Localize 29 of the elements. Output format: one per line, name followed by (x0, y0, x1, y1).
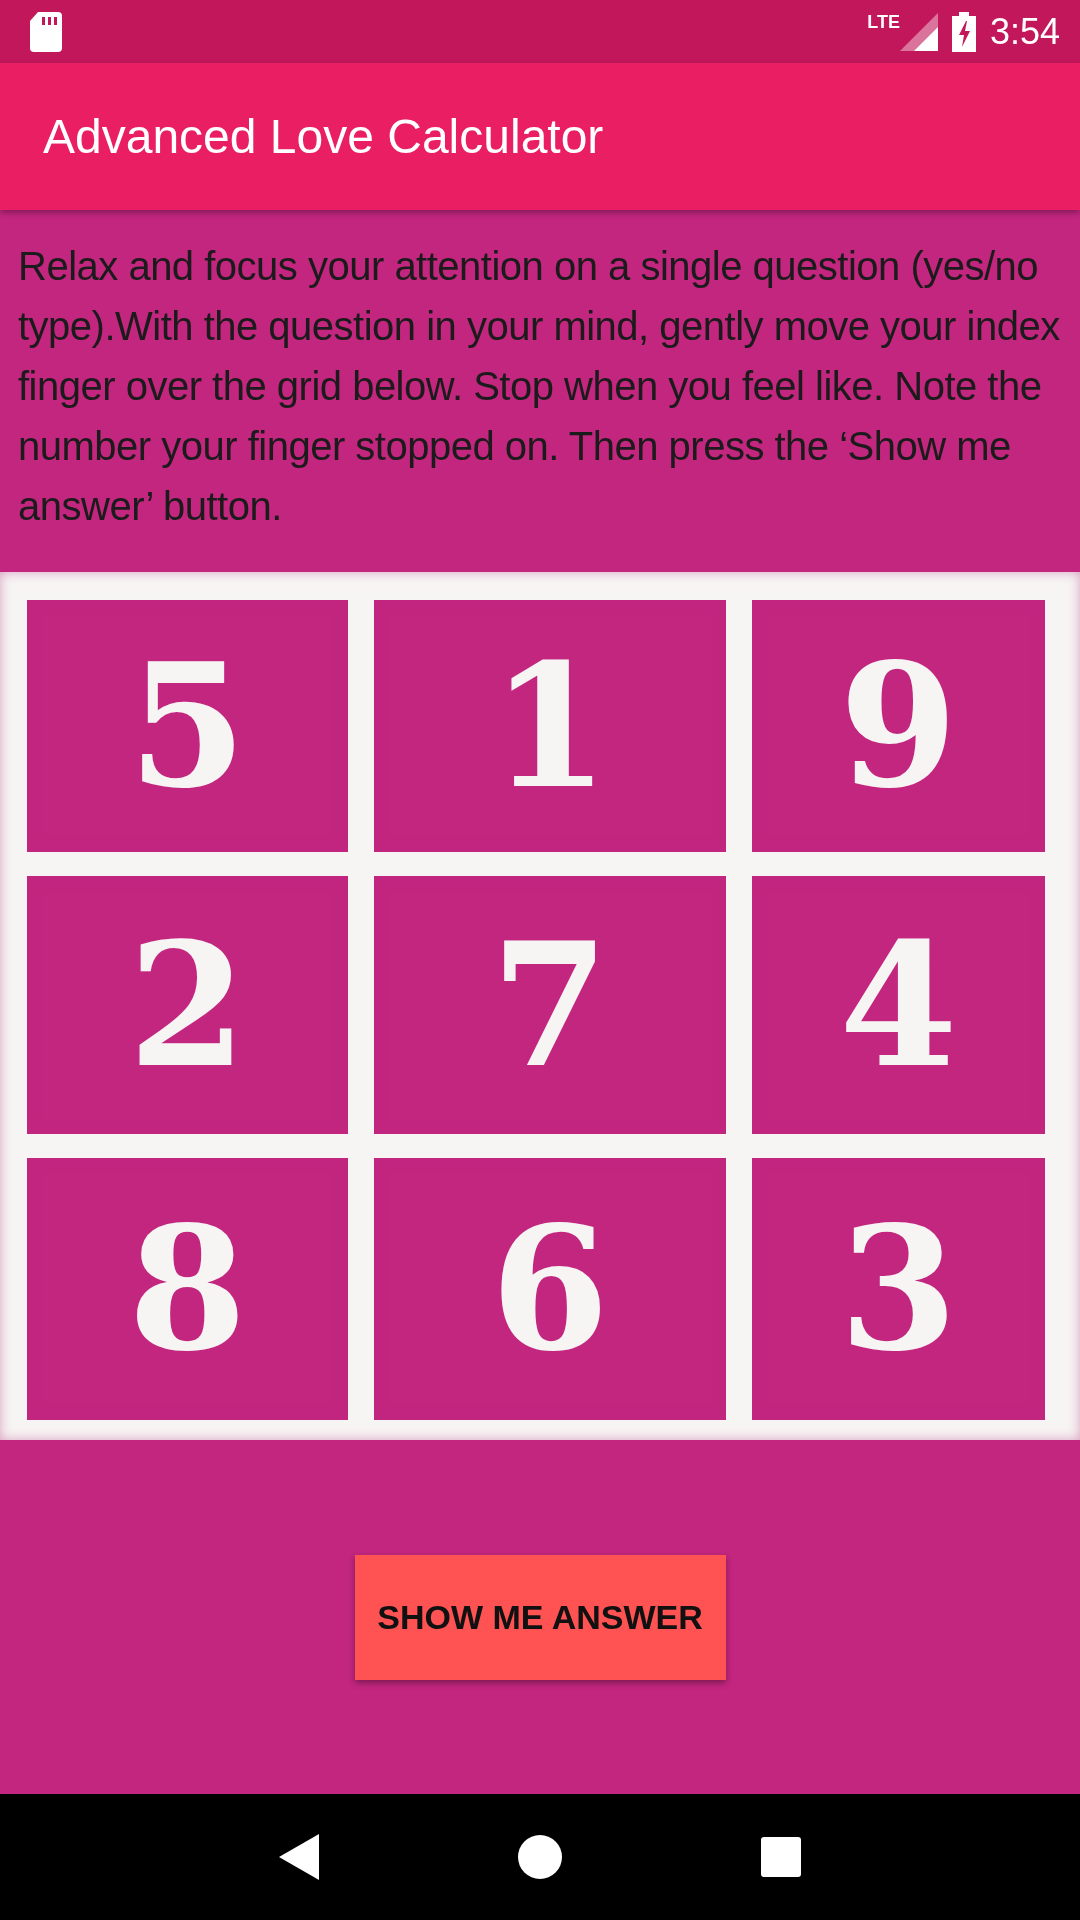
grid-cell[interactable]: 6 (374, 1158, 726, 1420)
grid-cell[interactable]: 3 (752, 1158, 1045, 1420)
signal-icon (899, 12, 938, 51)
grid-cell[interactable]: 9 (752, 600, 1045, 852)
grid-number: 4 (839, 905, 958, 1105)
app-title: Advanced Love Calculator (43, 109, 604, 164)
home-icon[interactable] (518, 1835, 562, 1879)
grid-number: 7 (490, 905, 610, 1105)
grid-number: 2 (128, 905, 247, 1105)
grid-number: 1 (490, 626, 610, 826)
grid-cell[interactable]: 4 (752, 876, 1045, 1134)
grid-number: 3 (839, 1189, 958, 1389)
clock-time: 3:54 (989, 10, 1060, 53)
grid-cell[interactable]: 2 (27, 876, 348, 1134)
grid-cell[interactable]: 7 (374, 876, 726, 1134)
sd-card-icon (30, 11, 62, 52)
back-icon[interactable] (279, 1834, 320, 1880)
show-answer-button[interactable]: SHOW ME ANSWER (354, 1554, 726, 1680)
grid-number: 6 (490, 1189, 610, 1389)
grid-cell[interactable]: 8 (27, 1158, 348, 1420)
grid-cell[interactable]: 1 (374, 600, 726, 852)
grid-number: 8 (128, 1189, 247, 1389)
recents-icon[interactable] (760, 1837, 801, 1877)
grid-number: 9 (839, 626, 958, 826)
instructions-text: Relax and focus your attention on a single question (yes/no type).With the question in your mind, gently move your index finger over the grid below. Stop when you feel like. Note the number your finger stopped on. Then press the ‘Show me answer’ button. (18, 243, 1061, 530)
grid-number: 5 (128, 626, 247, 826)
network-type: LTE (867, 12, 900, 33)
battery-icon (951, 11, 976, 52)
grid-cell[interactable]: 5 (27, 600, 348, 852)
